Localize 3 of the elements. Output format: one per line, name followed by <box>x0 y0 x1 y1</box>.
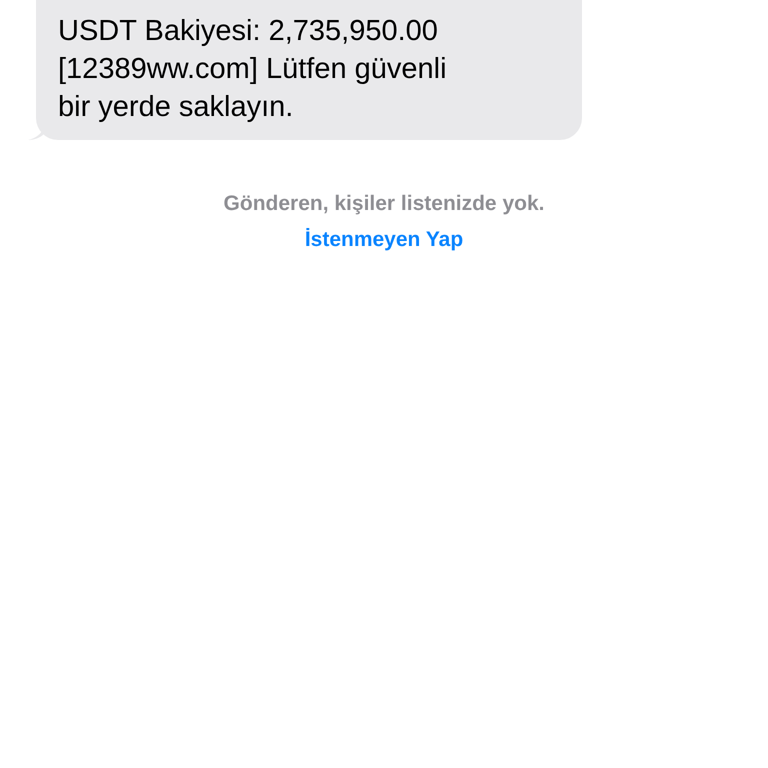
report-junk-link[interactable]: İstenmeyen Yap <box>304 228 464 252</box>
message-text: USDT Bakiyesi: 2,735,950.00 [12389ww.com] Lütfen güvenli bir yerde saklayın. <box>58 14 448 125</box>
sender-notice: Gönderen, kişiler listenizde yok. <box>224 192 544 216</box>
